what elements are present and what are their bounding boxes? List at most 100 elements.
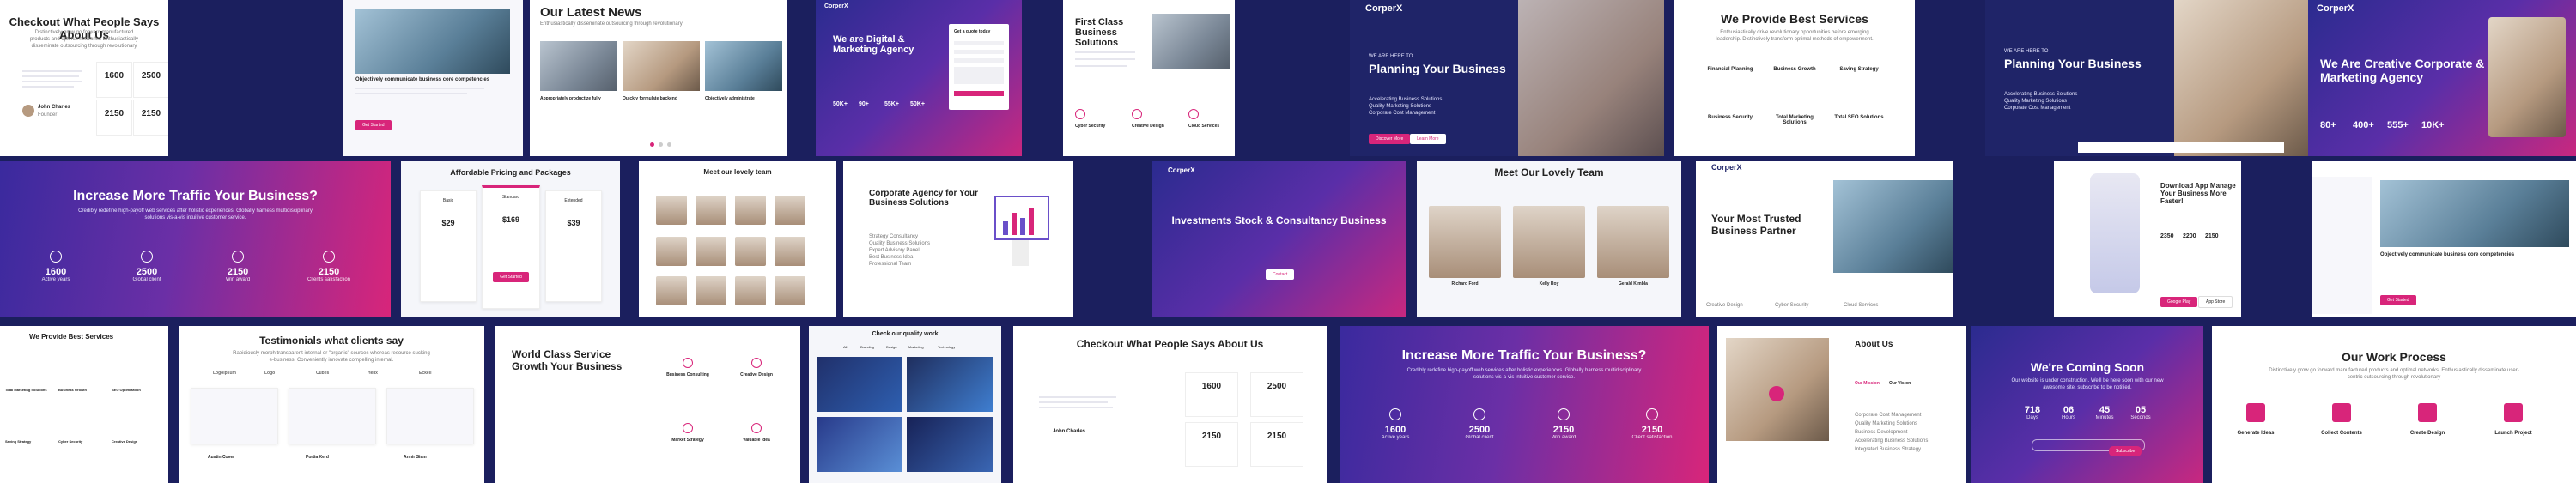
form-textarea[interactable] [954, 67, 1004, 84]
hero-tag: WE ARE HERE TO [2004, 49, 2049, 54]
service-title[interactable]: Total SEO Solutions [1829, 115, 1889, 120]
contact-button[interactable]: Contact [1266, 264, 1295, 280]
tab-vision[interactable]: Our Vision [1889, 381, 1911, 386]
brand-logo: Helix [368, 371, 378, 376]
person-name: Austin Cover [208, 455, 235, 460]
play-button[interactable] [1769, 386, 1784, 401]
stat-box: 2150 [96, 100, 132, 136]
news-title[interactable]: Appropriately productize fully [540, 96, 617, 101]
pricing-card: Basic $29 [420, 190, 477, 302]
tile-testimonials-3: Checkout What People Says About Us John … [1013, 326, 1327, 483]
cloud-services-icon [1188, 109, 1199, 119]
service-title[interactable]: Financial Planning [1700, 67, 1760, 72]
service-title[interactable]: Saving Strategy [5, 439, 57, 444]
team-photo [775, 196, 805, 225]
stat-value: 2200 [2183, 233, 2196, 239]
section-title: World Class Service Growth Your Business [512, 348, 623, 372]
pricing-card: Extended $39 [545, 190, 602, 302]
calendar-icon [1389, 408, 1401, 420]
feature-label: Cyber Security [1775, 303, 1809, 308]
hero-title: Planning Your Business [1369, 62, 1506, 75]
section-title: Our Latest News [540, 5, 642, 20]
google-play-button[interactable]: Google Play [2160, 292, 2198, 307]
service-title[interactable]: Business Security [1700, 115, 1760, 120]
app-store-button[interactable]: App Store [2198, 292, 2233, 308]
form-input[interactable] [954, 50, 1004, 54]
hero-tag: WE ARE HERE TO [1369, 54, 1413, 59]
learn-more-button[interactable]: Learn More [1410, 129, 1446, 144]
hero-title: Planning Your Business [2004, 57, 2142, 70]
pagination-dot-active[interactable] [650, 142, 654, 147]
portfolio-item[interactable] [817, 357, 902, 412]
section-subtitle: Credibly redefine high-payoff web servic… [78, 208, 313, 220]
service-title[interactable]: Total Marketing Solutions [5, 388, 57, 392]
tile-planning-1: CorperX WE ARE HERE TO Planning Your Bus… [1350, 0, 1664, 156]
service-title[interactable]: Business Growth [1765, 67, 1825, 72]
tile-pricing: Affordable Pricing and Packages Basic $29… [401, 161, 620, 317]
pagination-dot[interactable] [667, 142, 671, 147]
form-submit-button[interactable] [954, 91, 1004, 96]
person-name: John Charles [1053, 429, 1086, 434]
logo[interactable]: CorperX [2317, 3, 2354, 14]
stat-box: 2150 [1185, 422, 1238, 467]
stat-box: 1600 [1185, 372, 1238, 417]
get-started-button[interactable]: Get Started [483, 267, 539, 282]
service-title[interactable]: Total Marketing Solutions [1765, 115, 1825, 125]
get-started-button[interactable]: Get Started [355, 115, 392, 130]
section-title: Our Work Process [2342, 350, 2446, 364]
form-input[interactable] [954, 58, 1004, 63]
get-started-button[interactable]: Get Started [2380, 290, 2416, 305]
logo[interactable]: CorperX [1168, 166, 1195, 174]
service-title[interactable]: Creative Design [112, 439, 163, 444]
filter-tab[interactable]: Design [886, 345, 896, 349]
news-title[interactable]: Quickly formulate backend [623, 96, 700, 101]
section-title: Increase More Traffic Your Business? [73, 189, 318, 203]
tab-mission[interactable]: Our Mission [1855, 381, 1880, 386]
feature-strip [2078, 142, 2284, 153]
filter-tab-active[interactable]: All [843, 345, 847, 349]
navbar: CorperX [1696, 161, 1953, 177]
feature: Creative Design [726, 357, 787, 377]
news-title[interactable]: Objectively administrate [705, 96, 782, 101]
award-icon [1558, 408, 1570, 420]
news-image [705, 41, 782, 91]
service-title[interactable]: Business Growth [58, 388, 110, 392]
tile-download-app: Download App Manage Your Business More F… [2054, 161, 2241, 317]
section-title: Meet our lovely team [703, 168, 772, 176]
section-title: Corporate Agency for Your Business Solut… [869, 189, 979, 208]
service-title[interactable]: SEO Optimization [112, 388, 163, 392]
form-input[interactable] [954, 41, 1004, 45]
hero-image [2380, 180, 2569, 247]
filter-tab[interactable]: Marketing [908, 345, 924, 349]
section-subtitle: Enthusiastically disseminate outsourcing… [540, 21, 683, 27]
feature: Cyber Security [1075, 108, 1105, 129]
service-title[interactable]: Saving Strategy [1829, 67, 1889, 72]
filter-tab[interactable]: Technology [938, 345, 955, 349]
portfolio-item[interactable] [907, 417, 993, 472]
testimonial-card [191, 388, 278, 444]
discover-more-button[interactable]: Discover More [1369, 129, 1411, 144]
portfolio-item[interactable] [817, 417, 902, 472]
list-item: Corporate Cost Management [1855, 413, 1922, 418]
tile-coming-soon: We're Coming Soon Our website is under c… [1971, 326, 2203, 483]
filter-tab[interactable]: Branding [860, 345, 874, 349]
team-name: Kelly Roy [1539, 281, 1559, 287]
service-title[interactable]: Cyber Security [58, 439, 110, 444]
portfolio-item[interactable] [907, 357, 993, 412]
tile-best-services-1: We Provide Best Services Enthusiasticall… [1674, 0, 1915, 156]
pagination-dot[interactable] [659, 142, 663, 147]
countdown-seconds: 05 Seconds [2130, 405, 2151, 420]
logo[interactable]: CorperX [1365, 3, 1402, 14]
tile-work-process: Our Work Process Distinctively grow go f… [2212, 326, 2576, 483]
list-item: Quality Marketing Solutions [1855, 421, 1918, 426]
subscribe-button[interactable]: Subscribe [2109, 441, 2142, 456]
consulting-icon [683, 358, 693, 368]
tile-about-us: About Us Our Mission Our Vision Corporat… [1717, 326, 1966, 483]
news-image [623, 41, 700, 91]
tile-latest-news: Our Latest News Enthusiastically dissemi… [530, 0, 787, 156]
section-title: Download App Manage Your Business More F… [2160, 182, 2236, 205]
step-title: Create Design [2409, 431, 2445, 436]
brand-logo: Logo [264, 371, 276, 376]
tile-corporate-agency: Corporate Agency for Your Business Solut… [843, 161, 1073, 317]
logo[interactable]: CorperX [824, 3, 848, 9]
